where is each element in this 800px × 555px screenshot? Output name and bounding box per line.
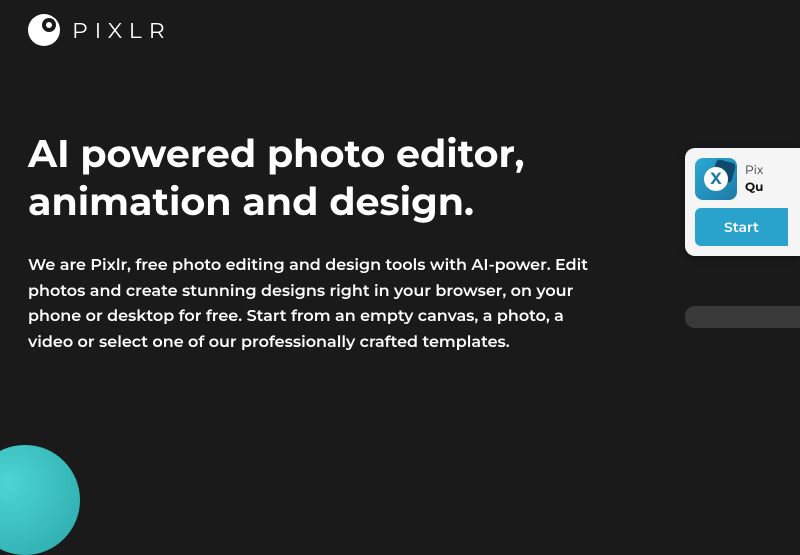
- hero-title: AI powered photo editor, animation and d…: [28, 130, 612, 225]
- product-card-labels: Pix Qu: [745, 163, 763, 195]
- pixlr-logo-icon[interactable]: [28, 14, 60, 46]
- side-cards: X Pix Qu Start: [685, 148, 800, 328]
- product-card-top: X Pix Qu: [695, 158, 788, 200]
- product-card-line2: Qu: [745, 180, 763, 195]
- product-x-letter: X: [704, 167, 728, 191]
- brand-name: PIXLR: [72, 17, 172, 44]
- header: PIXLR: [0, 0, 800, 60]
- decorative-circle: [0, 445, 80, 555]
- product-card-line1: Pix: [745, 163, 763, 178]
- secondary-card[interactable]: [685, 306, 800, 328]
- start-button[interactable]: Start: [695, 208, 788, 246]
- hero-description: We are Pixlr, free photo editing and des…: [28, 253, 612, 355]
- product-x-icon: X: [695, 158, 737, 200]
- product-card-x[interactable]: X Pix Qu Start: [685, 148, 800, 256]
- hero-section: AI powered photo editor, animation and d…: [0, 60, 640, 355]
